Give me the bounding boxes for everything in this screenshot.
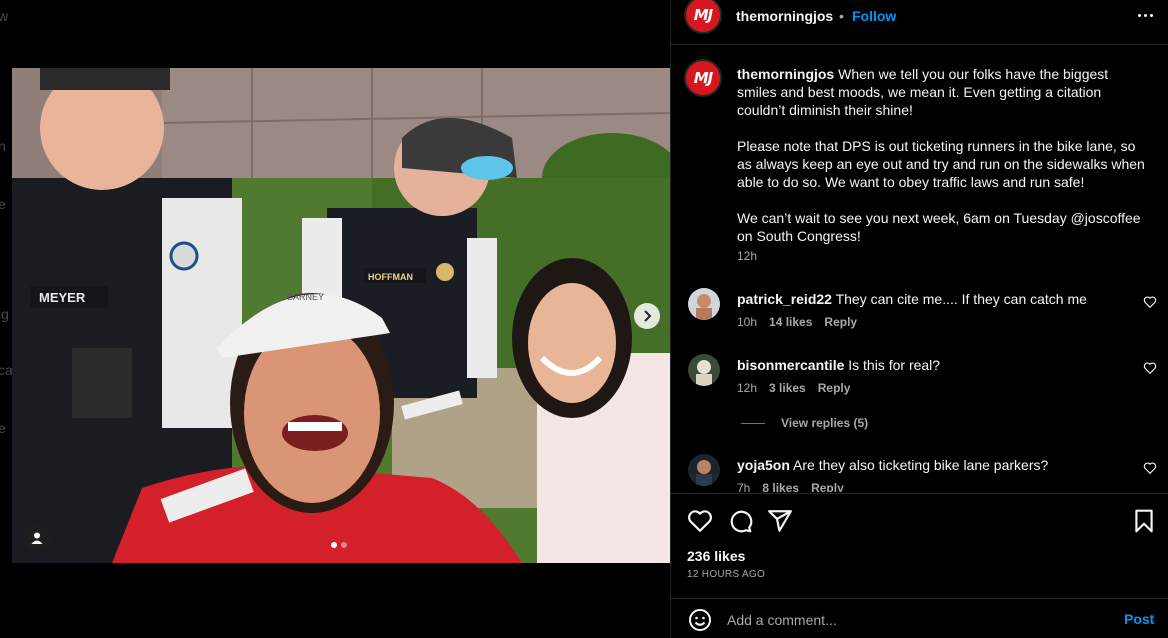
edge-letter: e bbox=[0, 420, 6, 436]
caption-paragraph: Please note that DPS is out ticketing ru… bbox=[737, 137, 1147, 191]
carousel-indicator bbox=[331, 542, 347, 548]
heart-icon[interactable] bbox=[1143, 295, 1157, 309]
comment-item: yoja5on Are they also ticketing bike lan… bbox=[671, 456, 1168, 492]
more-dots-icon bbox=[1138, 14, 1141, 17]
header-username-link[interactable]: themorningjos bbox=[736, 8, 833, 24]
caption-username-link[interactable]: themorningjos bbox=[737, 66, 834, 82]
follow-button[interactable]: Follow bbox=[852, 8, 896, 24]
comment-time[interactable]: 12h bbox=[737, 381, 757, 395]
comment-likes[interactable]: 8 likes bbox=[762, 481, 799, 492]
comment-body: Are they also ticketing bike lane parker… bbox=[793, 457, 1048, 473]
view-replies-label: View replies (5) bbox=[781, 416, 868, 430]
comment-body: Is this for real? bbox=[848, 357, 940, 373]
more-options-button[interactable] bbox=[1133, 5, 1157, 25]
edge-letter: ig bbox=[0, 306, 9, 322]
comment-text: bisonmercantile Is this for real? bbox=[737, 356, 1127, 374]
svg-text:BARNEY: BARNEY bbox=[287, 292, 324, 302]
chevron-right-icon bbox=[642, 310, 652, 322]
heart-icon[interactable] bbox=[1143, 361, 1157, 375]
more-dots-icon bbox=[1144, 14, 1147, 17]
svg-text:MEYER: MEYER bbox=[39, 290, 86, 305]
post-timestamp[interactable]: 12 HOURS AGO bbox=[687, 569, 765, 580]
reply-button[interactable]: Reply bbox=[824, 315, 857, 329]
share-send-icon[interactable] bbox=[767, 508, 793, 534]
edge-letter: e bbox=[0, 196, 6, 212]
comment-meta: 12h 3 likes Reply bbox=[737, 381, 850, 395]
comment-text: yoja5on Are they also ticketing bike lan… bbox=[737, 456, 1127, 474]
commenter-avatar[interactable] bbox=[688, 354, 720, 386]
person-icon bbox=[30, 531, 44, 545]
view-replies-button[interactable]: View replies (5) bbox=[741, 416, 868, 430]
heart-icon[interactable] bbox=[1143, 461, 1157, 475]
caption-avatar[interactable]: MJ bbox=[684, 59, 722, 97]
emoji-icon[interactable] bbox=[688, 608, 712, 632]
comment-username-link[interactable]: yoja5on bbox=[737, 457, 790, 473]
photo-illustration: MEYER HOFFMAN bbox=[12, 68, 670, 563]
comment-meta: 10h 14 likes Reply bbox=[737, 315, 857, 329]
more-dots-icon bbox=[1150, 14, 1153, 17]
media-area: w n e ig ca e bbox=[0, 0, 670, 638]
carousel-dot bbox=[331, 542, 337, 548]
likes-count[interactable]: 236 likes bbox=[687, 548, 745, 564]
tagged-users-button[interactable] bbox=[23, 524, 50, 551]
comment-username-link[interactable]: patrick_reid22 bbox=[737, 291, 832, 307]
comment-likes[interactable]: 3 likes bbox=[769, 381, 806, 395]
avatar-image bbox=[688, 288, 720, 320]
caption-timestamp[interactable]: 12h bbox=[737, 249, 757, 263]
next-slide-button[interactable] bbox=[634, 303, 660, 329]
comment-likes[interactable]: 14 likes bbox=[769, 315, 812, 329]
comment-item: patrick_reid22 They can cite me.... If t… bbox=[671, 290, 1168, 350]
edge-letter: ca bbox=[0, 362, 13, 378]
avatar-logo-text: MJ bbox=[694, 69, 713, 87]
comment-bubble-icon[interactable] bbox=[727, 508, 753, 534]
comment-input[interactable] bbox=[727, 609, 1107, 631]
comment-time[interactable]: 7h bbox=[737, 481, 750, 492]
caption-paragraph: We can’t wait to see you next week, 6am … bbox=[737, 209, 1147, 245]
instagram-post-modal: w n e ig ca e bbox=[0, 0, 1168, 638]
comment-text: patrick_reid22 They can cite me.... If t… bbox=[737, 290, 1127, 308]
post-photo[interactable]: MEYER HOFFMAN bbox=[12, 68, 670, 563]
reply-button[interactable]: Reply bbox=[818, 381, 851, 395]
like-heart-icon[interactable] bbox=[687, 508, 713, 534]
edge-letter: w bbox=[0, 8, 8, 24]
commenter-avatar[interactable] bbox=[688, 454, 720, 486]
post-panel: MJ themorningjos • Follow MJ themorningj… bbox=[670, 0, 1168, 638]
comment-username-link[interactable]: bisonmercantile bbox=[737, 357, 844, 373]
replies-divider bbox=[741, 423, 765, 424]
avatar-image bbox=[688, 354, 720, 386]
svg-text:HOFFMAN: HOFFMAN bbox=[368, 272, 413, 282]
comments-section[interactable]: MJ themorningjos When we tell you our fo… bbox=[671, 46, 1168, 492]
comment-body: They can cite me.... If they can catch m… bbox=[836, 291, 1087, 307]
avatar-image bbox=[688, 454, 720, 486]
post-comment-button[interactable]: Post bbox=[1124, 611, 1154, 627]
post-actions: 236 likes 12 HOURS AGO bbox=[671, 493, 1168, 590]
comment-item: bisonmercantile Is this for real? 12h 3 … bbox=[671, 356, 1168, 416]
post-header: MJ themorningjos • Follow bbox=[671, 0, 1168, 45]
carousel-dot bbox=[341, 542, 347, 548]
commenter-avatar[interactable] bbox=[688, 288, 720, 320]
avatar-logo-text: MJ bbox=[694, 6, 713, 24]
comment-meta: 7h 8 likes Reply bbox=[737, 481, 844, 492]
edge-letter: n bbox=[0, 138, 6, 154]
reply-button[interactable]: Reply bbox=[811, 481, 844, 492]
add-comment-bar: Post bbox=[671, 598, 1168, 638]
caption-text: themorningjos When we tell you our folks… bbox=[737, 65, 1147, 263]
save-bookmark-icon[interactable] bbox=[1131, 508, 1157, 534]
comment-time[interactable]: 10h bbox=[737, 315, 757, 329]
profile-avatar[interactable]: MJ bbox=[684, 0, 722, 34]
header-separator: • bbox=[839, 8, 844, 24]
